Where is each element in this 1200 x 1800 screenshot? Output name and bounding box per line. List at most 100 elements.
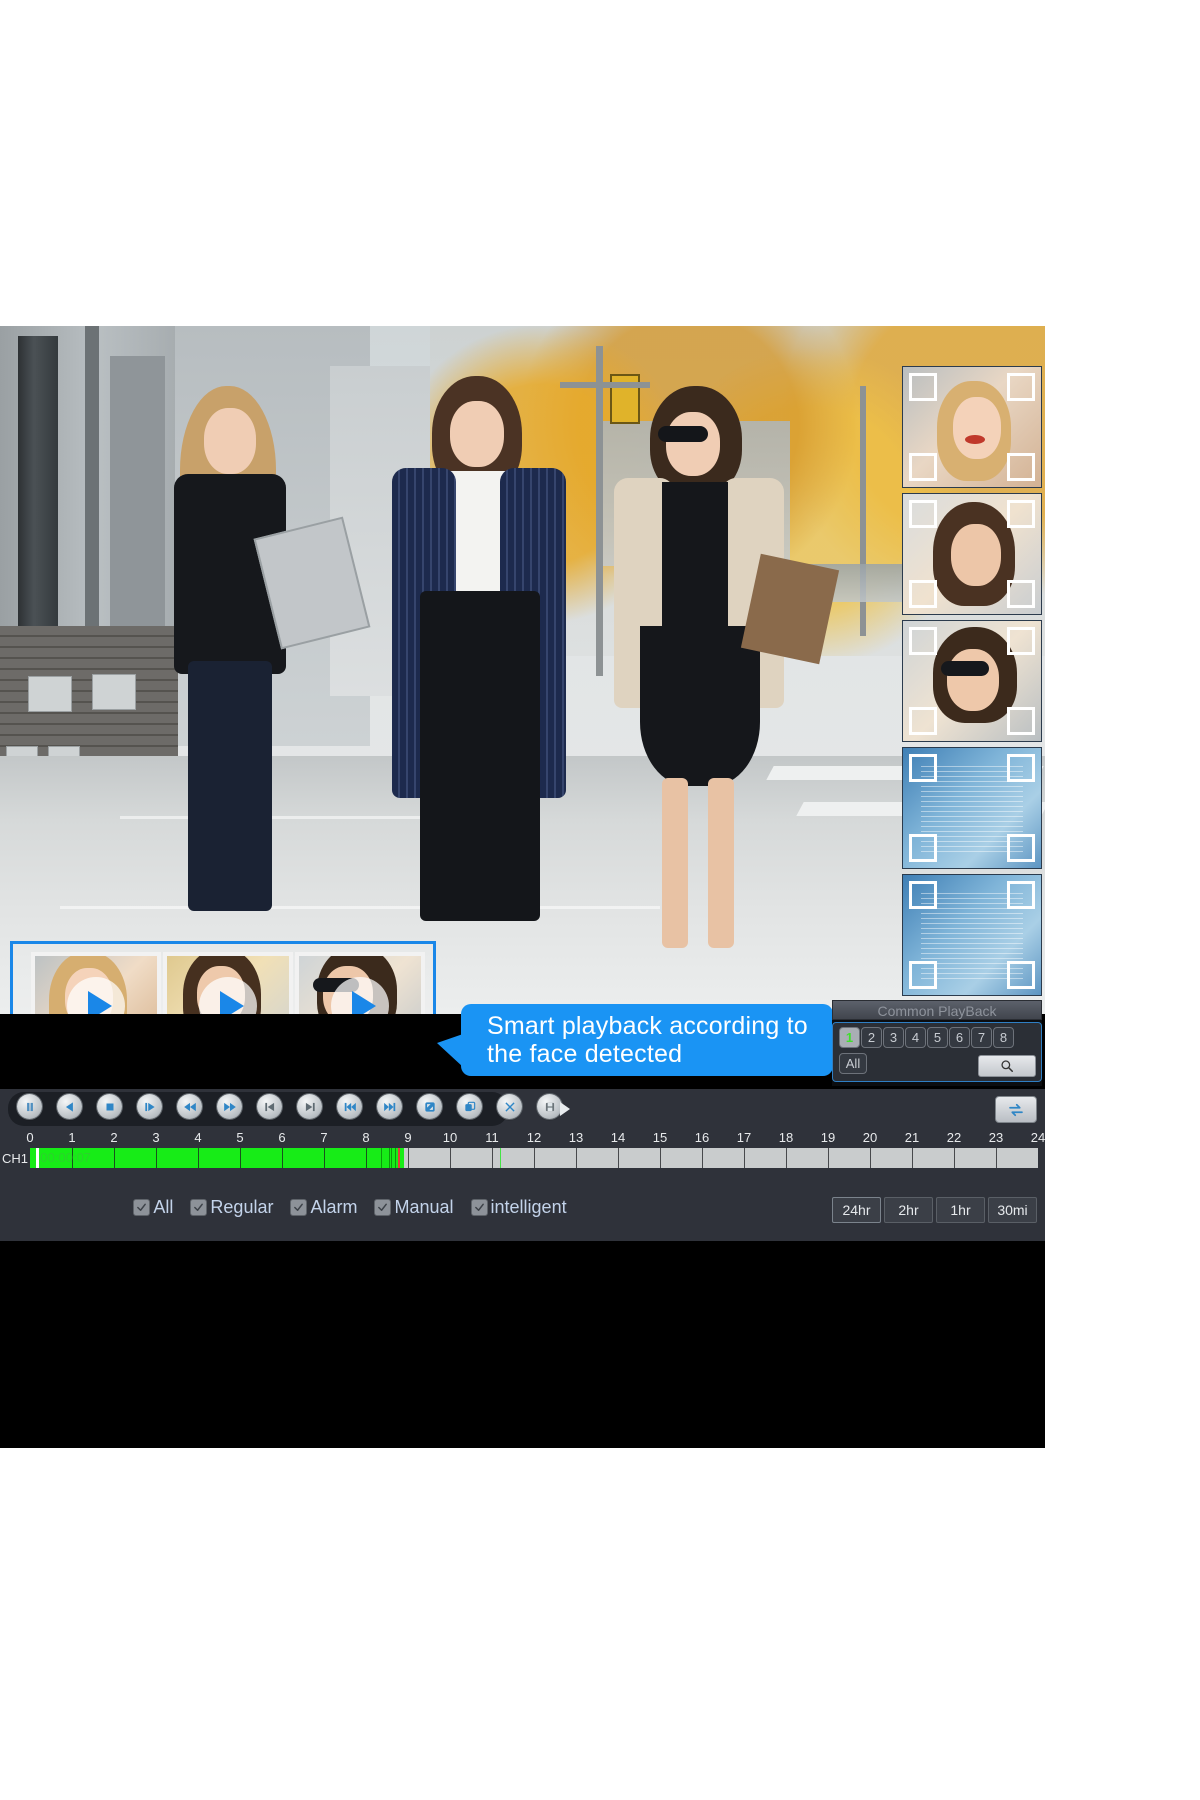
timeline-gridline-3 bbox=[156, 1148, 157, 1168]
sync-button[interactable] bbox=[995, 1096, 1037, 1123]
filter-manual[interactable]: Manual bbox=[374, 1197, 454, 1218]
callout-bubble: Smart playback according to the face det… bbox=[437, 1004, 833, 1076]
checkbox-alarm[interactable] bbox=[290, 1199, 308, 1216]
person3-skirt bbox=[640, 626, 760, 786]
nvr-playback-window: Smart playback according to the face det… bbox=[0, 326, 1045, 1448]
callout-line-2: the face detected bbox=[487, 1040, 683, 1068]
timeline-playhead[interactable] bbox=[397, 1148, 400, 1168]
smart-clip-1[interactable] bbox=[31, 952, 161, 1014]
face-bracket-br bbox=[1007, 707, 1035, 735]
range-button-2hr[interactable]: 2hr bbox=[884, 1197, 933, 1223]
channel-button-7[interactable]: 7 bbox=[971, 1027, 992, 1048]
timeline-tick-23: 23 bbox=[988, 1130, 1004, 1145]
checkbox-regular[interactable] bbox=[190, 1199, 208, 1216]
face-bracket-bl bbox=[909, 707, 937, 735]
face1-skin bbox=[953, 397, 1001, 459]
timeline-cursor[interactable] bbox=[36, 1148, 40, 1168]
timeline-tick-16: 16 bbox=[694, 1130, 710, 1145]
video-preview[interactable] bbox=[0, 326, 1045, 1014]
wall-plate-2 bbox=[92, 674, 136, 710]
play-button[interactable] bbox=[137, 1094, 162, 1119]
channel-button-4[interactable]: 4 bbox=[905, 1027, 926, 1048]
reverse-play-button[interactable] bbox=[57, 1094, 82, 1119]
timeline-track[interactable]: 00:00:07 bbox=[30, 1148, 1038, 1168]
person3-dress-top bbox=[662, 482, 728, 642]
channel-button-5[interactable]: 5 bbox=[927, 1027, 948, 1048]
person3-face bbox=[666, 412, 720, 476]
face-snapshot-5[interactable] bbox=[902, 874, 1042, 996]
checkbox-all[interactable] bbox=[133, 1199, 151, 1216]
channel-button-2[interactable]: 2 bbox=[861, 1027, 882, 1048]
wall-plate-1 bbox=[28, 676, 72, 712]
face-bracket-bl bbox=[909, 834, 937, 862]
checkbox-intelligent[interactable] bbox=[470, 1199, 488, 1216]
filter-all[interactable]: All bbox=[133, 1197, 173, 1218]
filter-alarm[interactable]: Alarm bbox=[290, 1197, 357, 1218]
filter-label-all: All bbox=[153, 1197, 174, 1217]
next-file-button[interactable] bbox=[377, 1094, 402, 1119]
scissors-icon bbox=[504, 1101, 515, 1112]
copy-icon bbox=[464, 1101, 475, 1111]
timeline-gridline-13 bbox=[576, 1148, 577, 1168]
timeline-gridline-21 bbox=[912, 1148, 913, 1168]
smart-playback-strip[interactable] bbox=[10, 941, 436, 1014]
face-bracket-bl bbox=[909, 580, 937, 608]
channel-button-3[interactable]: 3 bbox=[883, 1027, 904, 1048]
timeline-gridline-7 bbox=[324, 1148, 325, 1168]
timeline-tick-1: 1 bbox=[68, 1130, 76, 1145]
timeline-gridline-4 bbox=[198, 1148, 199, 1168]
range-button-24hr[interactable]: 24hr bbox=[832, 1197, 881, 1223]
channel-button-1[interactable]: 1 bbox=[839, 1027, 860, 1048]
face-bracket-tr bbox=[1007, 627, 1035, 655]
person1-legs bbox=[188, 661, 272, 911]
fast-forward-button[interactable] bbox=[217, 1094, 242, 1119]
slow-backward-button[interactable] bbox=[177, 1094, 202, 1119]
filter-label-alarm: Alarm bbox=[310, 1197, 358, 1217]
face-snapshot-1[interactable] bbox=[902, 366, 1042, 488]
person1-face bbox=[204, 408, 256, 474]
search-button[interactable] bbox=[978, 1055, 1036, 1077]
backup-button[interactable] bbox=[537, 1094, 562, 1119]
time-range-buttons: 24hr 2hr 1hr 30mi bbox=[832, 1197, 1037, 1223]
filter-regular[interactable]: Regular bbox=[190, 1197, 273, 1218]
face-bracket-tl bbox=[909, 627, 937, 655]
face2-skin bbox=[951, 524, 1001, 586]
prev-track-icon bbox=[344, 1102, 356, 1111]
timeline-tick-6: 6 bbox=[278, 1130, 286, 1145]
face-snapshot-2[interactable] bbox=[902, 493, 1042, 615]
toolbar-more-arrow[interactable] bbox=[560, 1102, 570, 1116]
sync-arrows-icon bbox=[1009, 1103, 1023, 1116]
timeline-gridline-22 bbox=[954, 1148, 955, 1168]
smart-clip-3[interactable] bbox=[295, 952, 425, 1014]
timeline-row[interactable]: CH1 00:00:07 bbox=[0, 1148, 1045, 1170]
common-playback-panel: Common PlayBack 12345678 All bbox=[832, 1000, 1042, 1086]
face-snapshot-4[interactable] bbox=[902, 747, 1042, 869]
smart-clip-2[interactable] bbox=[163, 952, 293, 1014]
clip-button[interactable] bbox=[497, 1094, 522, 1119]
timeline-gridline-19 bbox=[828, 1148, 829, 1168]
playback-toolbar bbox=[0, 1089, 1045, 1129]
filter-label-intelligent: intelligent bbox=[490, 1197, 567, 1217]
timeline-tick-15: 15 bbox=[652, 1130, 668, 1145]
full-screen-button[interactable] bbox=[417, 1094, 442, 1119]
channel-button-6[interactable]: 6 bbox=[949, 1027, 970, 1048]
timeline-tick-8: 8 bbox=[362, 1130, 370, 1145]
range-button-1hr[interactable]: 1hr bbox=[936, 1197, 985, 1223]
checkbox-manual[interactable] bbox=[374, 1199, 392, 1216]
channel-button-all[interactable]: All bbox=[839, 1053, 867, 1074]
timeline-intelligent-mark-4 bbox=[394, 1148, 396, 1168]
filter-intelligent[interactable]: intelligent bbox=[470, 1197, 567, 1218]
next-frame-button[interactable] bbox=[297, 1094, 322, 1119]
play-bar-icon bbox=[144, 1102, 155, 1111]
stop-button[interactable] bbox=[97, 1094, 122, 1119]
digital-zoom-button[interactable] bbox=[457, 1094, 482, 1119]
timeline[interactable]: 0 1 2 3 4 5 6 7 8 9 10 11 12 13 14 15 16 17 18 19 20 21 22 23 24… bbox=[0, 1129, 1045, 1181]
previous-file-button[interactable] bbox=[337, 1094, 362, 1119]
pause-button[interactable] bbox=[17, 1094, 42, 1119]
range-button-30mi[interactable]: 30mi bbox=[988, 1197, 1037, 1223]
channel-button-8[interactable]: 8 bbox=[993, 1027, 1014, 1048]
person2-trousers bbox=[420, 591, 540, 921]
face-snapshot-3[interactable] bbox=[902, 620, 1042, 742]
previous-frame-button[interactable] bbox=[257, 1094, 282, 1119]
face-bracket-br bbox=[1007, 453, 1035, 481]
